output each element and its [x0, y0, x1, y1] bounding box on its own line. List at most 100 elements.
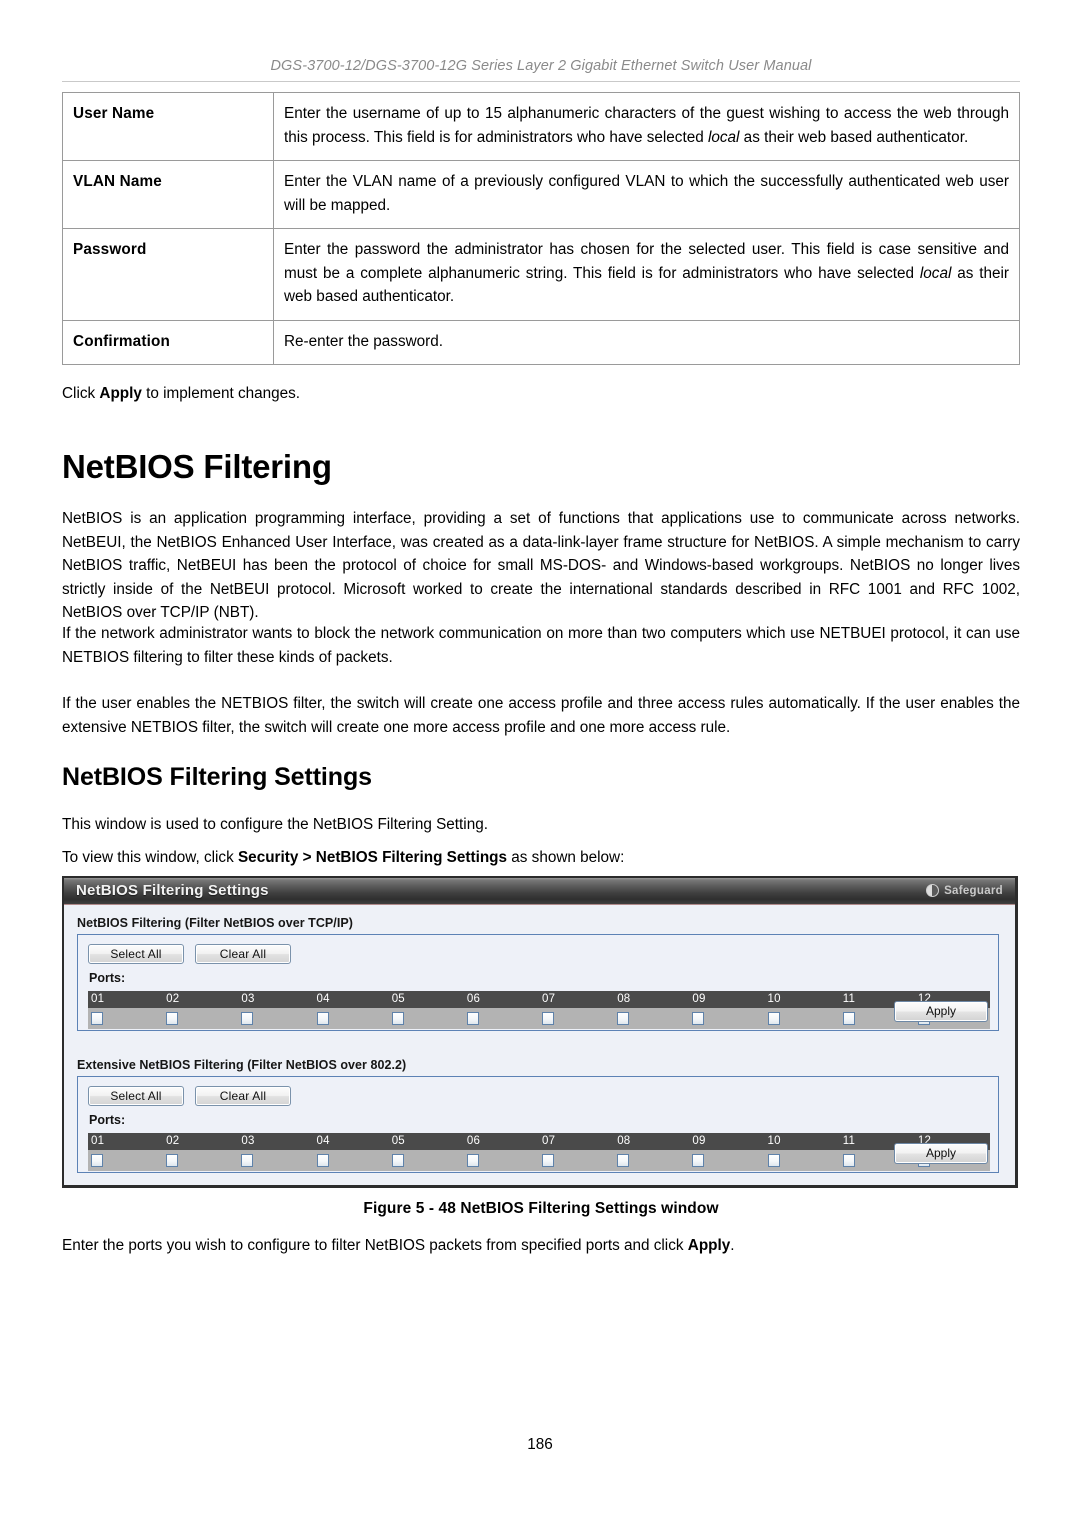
port-cell: [163, 1154, 238, 1167]
port-cell: [614, 1012, 689, 1025]
apply-button-extensive[interactable]: Apply: [894, 1143, 988, 1164]
port-checkbox-06[interactable]: [466, 1012, 479, 1025]
port-checkbox-04[interactable]: [316, 1012, 329, 1025]
port-number: 02: [166, 1135, 180, 1147]
nav-pre: To view this window, click: [62, 849, 238, 866]
closing-post: .: [730, 1237, 735, 1254]
apply-button-wrap: Apply: [894, 1001, 988, 1022]
port-cell: [163, 1012, 238, 1025]
port-number: 06: [466, 1135, 481, 1147]
ext-port-checkbox-08[interactable]: [617, 1154, 630, 1167]
panel-netbios-filtering: Select All Clear All Ports: 01 02 03 04 …: [77, 934, 999, 1031]
clear-all-button[interactable]: Clear All: [195, 944, 291, 964]
port-number: 03: [241, 993, 255, 1005]
port-number: 07: [542, 1135, 556, 1147]
port-checkbox-01[interactable]: [91, 1012, 103, 1025]
port-cell: [389, 1154, 464, 1167]
port-checkbox-02[interactable]: [166, 1012, 179, 1025]
ports-label: Ports:: [89, 1113, 126, 1127]
port-number: 02: [166, 993, 180, 1005]
rules-paragraph: If the user enables the NETBIOS filter, …: [62, 695, 1020, 736]
section-label-netbios-filtering: NetBIOS Filtering (Filter NetBIOS over T…: [77, 916, 353, 930]
port-header-row: 01 02 03 04 05 06 07 08 09 10 11 12: [88, 1133, 990, 1150]
port-cell: [689, 1154, 764, 1167]
desc-text-tail: as their web based authenticator.: [739, 128, 969, 146]
subsection-title: NetBIOS Filtering Settings: [62, 763, 372, 791]
port-cell: [464, 1012, 539, 1025]
ext-port-checkbox-07[interactable]: [542, 1154, 555, 1167]
param-description: Enter the VLAN name of a previously conf…: [273, 160, 1020, 229]
port-number: 10: [767, 1135, 781, 1147]
window-title: NetBIOS Filtering Settings: [76, 882, 269, 899]
port-number: 09: [692, 1135, 706, 1147]
port-number: 08: [617, 1135, 631, 1147]
port-cell: [88, 1154, 163, 1167]
ports-label: Ports:: [89, 971, 126, 985]
ext-port-checkbox-04[interactable]: [316, 1154, 329, 1167]
port-cell: [765, 1154, 840, 1167]
apply-keyword: Apply: [687, 1237, 731, 1254]
ext-port-checkbox-05[interactable]: [391, 1154, 404, 1167]
port-checkbox-05[interactable]: [391, 1012, 404, 1025]
port-number: 08: [617, 993, 631, 1005]
port-cell: [539, 1012, 614, 1025]
port-number: 06: [466, 993, 481, 1005]
document-page: DGS-3700-12/DGS-3700-12G Series Layer 2 …: [0, 0, 1080, 1526]
port-number: 07: [542, 993, 556, 1005]
safeguard-label: Safeguard: [944, 884, 1003, 897]
ext-port-checkbox-01[interactable]: [91, 1154, 103, 1167]
ext-port-checkbox-03[interactable]: [241, 1154, 254, 1167]
port-cell: [689, 1012, 764, 1025]
intro-paragraph: NetBIOS is an application programming in…: [62, 510, 1020, 622]
param-description: Enter the password the administrator has…: [273, 228, 1020, 321]
port-checkbox-03[interactable]: [241, 1012, 254, 1025]
safeguard-circle-icon: [926, 884, 940, 897]
navigation-path: To view this window, click Security > Ne…: [62, 846, 1020, 870]
port-cell: [238, 1012, 313, 1025]
apply-button[interactable]: Apply: [894, 1001, 988, 1022]
param-name: Confirmation: [62, 319, 274, 365]
table-row: Confirmation Re-enter the password.: [62, 319, 1020, 365]
click-apply-post: to implement changes.: [141, 385, 301, 402]
block-paragraph: If the network administrator wants to bl…: [62, 625, 1020, 666]
clear-all-button-extensive[interactable]: Clear All: [195, 1086, 291, 1106]
port-grid: 01 02 03 04 05 06 07 08 09 10 11 12: [88, 1133, 990, 1171]
select-all-button[interactable]: Select All: [88, 944, 184, 964]
ext-port-checkbox-02[interactable]: [166, 1154, 179, 1167]
ext-port-checkbox-09[interactable]: [692, 1154, 705, 1167]
port-number: 04: [316, 993, 330, 1005]
click-apply-note: Click Apply to implement changes.: [62, 382, 1020, 406]
port-number: 01: [91, 993, 105, 1005]
port-header-row: 01 02 03 04 05 06 07 08 09 10 11 12: [88, 991, 990, 1008]
port-cell: [238, 1154, 313, 1167]
page-title: NetBIOS Filtering: [62, 448, 332, 485]
port-number: 09: [692, 993, 706, 1005]
port-checkbox-09[interactable]: [692, 1012, 705, 1025]
window-titlebar: NetBIOS Filtering Settings Safeguard: [64, 878, 1015, 905]
ext-port-checkbox-06[interactable]: [466, 1154, 479, 1167]
table-row: Password Enter the password the administ…: [62, 228, 1020, 321]
param-name: User Name: [62, 92, 274, 161]
port-checkbox-07[interactable]: [542, 1012, 555, 1025]
desc-italic: local: [919, 264, 952, 282]
desc-text: Enter the VLAN name of a previously conf…: [284, 173, 1009, 214]
param-description: Re-enter the password.: [273, 319, 1020, 365]
figure-caption: Figure 5 - 48 NetBIOS Filtering Settings…: [363, 1200, 719, 1217]
switch-ui-screenshot: NetBIOS Filtering Settings Safeguard Net…: [62, 876, 1018, 1188]
apply-button-wrap: Apply: [894, 1143, 988, 1164]
ext-port-checkbox-10[interactable]: [767, 1154, 780, 1167]
port-number: 03: [241, 1135, 255, 1147]
param-name: Password: [62, 228, 274, 321]
ext-port-checkbox-11[interactable]: [842, 1154, 855, 1167]
select-all-button-extensive[interactable]: Select All: [88, 1086, 184, 1106]
port-checkbox-11[interactable]: [842, 1012, 855, 1025]
port-checkbox-08[interactable]: [617, 1012, 630, 1025]
table-row: VLAN Name Enter the VLAN name of a previ…: [62, 160, 1020, 229]
nav-post: as shown below:: [507, 849, 625, 866]
port-cell: [765, 1012, 840, 1025]
nav-breadcrumb: Security > NetBIOS Filtering Settings: [237, 849, 508, 866]
port-checkbox-10[interactable]: [767, 1012, 780, 1025]
section-label-extensive-netbios-filtering: Extensive NetBIOS Filtering (Filter NetB…: [77, 1058, 407, 1072]
desc-italic: local: [707, 128, 740, 146]
button-row: Select All Clear All: [88, 944, 291, 964]
